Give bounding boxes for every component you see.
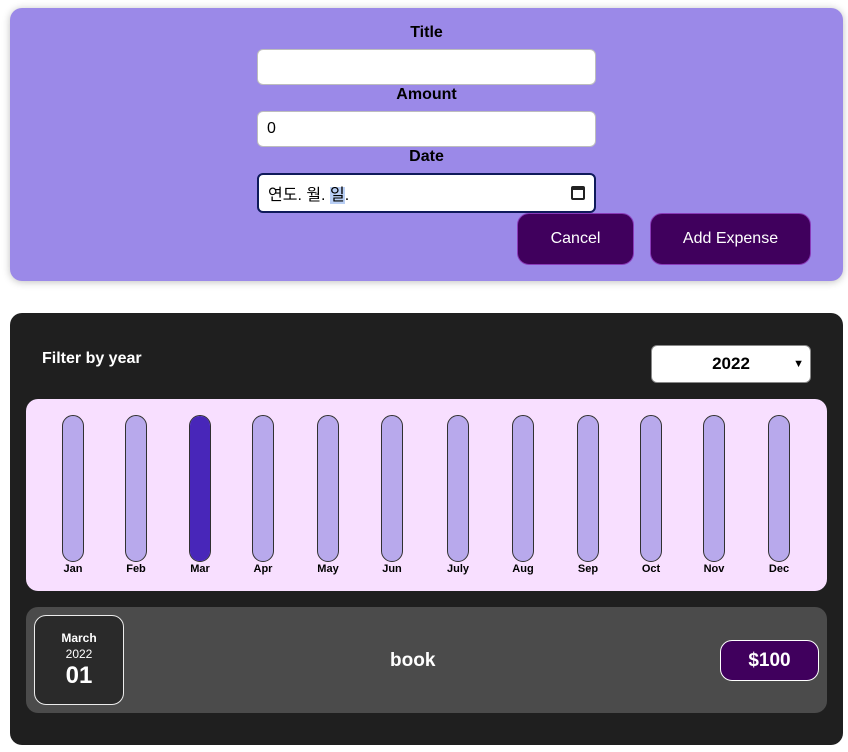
date-placeholder: 연도. 월. 일. [268,181,571,205]
expense-date-day: 01 [65,662,93,689]
date-input[interactable]: 연도. 월. 일. [257,173,596,213]
chart-bar-label: May [317,563,339,575]
cancel-button[interactable]: Cancel [517,213,634,265]
chart-bar-july [447,415,469,562]
add-expense-button[interactable]: Add Expense [650,213,811,265]
date-label: Date [409,148,444,165]
chart-bar-label: Apr [253,563,273,575]
title-input[interactable] [257,49,596,85]
chart-bar-oct [640,415,662,562]
expense-date-month: March [61,631,97,645]
date-placeholder-suffix: . [344,187,350,204]
chart-bar-fill [190,416,210,561]
chart-bar-mar [189,415,211,562]
calendar-icon[interactable] [571,186,585,200]
chart-bar-label: Jan [63,563,83,575]
chart-bar-dec [768,415,790,562]
chart-bar-label: Sep [577,563,599,575]
filter-label: Filter by year [42,350,142,367]
date-placeholder-day: 일 [329,187,345,204]
expenses-panel: Filter by year 2022 ▼ Jan Feb Mar Apr May Jun… [10,313,843,745]
chart-bar-feb [125,415,147,562]
expense-title: book [390,650,436,671]
amount-input[interactable]: 0 [257,111,596,147]
chart-bar-may [317,415,339,562]
chart-bar-jun [381,415,403,562]
chart-bar-nov [703,415,725,562]
chart-bar-apr [252,415,274,562]
chart-bar-label: Oct [641,563,661,575]
expenses-chart: Jan Feb Mar Apr May Jun July Aug Sep Oct Nov Dec [26,399,827,591]
chart-bar-label: Nov [703,563,725,575]
chart-bar-sep [577,415,599,562]
chart-bar-label: Aug [512,563,534,575]
chart-bar-aug [512,415,534,562]
expense-amount: $100 [720,640,819,681]
amount-label: Amount [396,86,457,103]
expense-date-year: 2022 [65,647,93,661]
year-select-value: 2022 [712,354,750,373]
chevron-down-icon: ▼ [793,358,804,370]
chart-bar-jan [62,415,84,562]
date-placeholder-year-month: 연도. 월. [268,187,330,204]
new-expense-form: Title Amount 0 Date 연도. 월. 일. Cancel Add… [10,8,843,281]
chart-bar-label: Mar [190,563,210,575]
expense-date: March 2022 01 [34,615,124,705]
title-label: Title [410,24,443,41]
chart-bar-label: Jun [382,563,402,575]
expense-item: March 2022 01 book $100 [26,607,827,713]
chart-bar-label: Dec [768,563,790,575]
chart-bar-label: July [446,563,469,575]
chart-bar-label: Feb [126,563,146,575]
year-select[interactable]: 2022 ▼ [651,345,811,383]
